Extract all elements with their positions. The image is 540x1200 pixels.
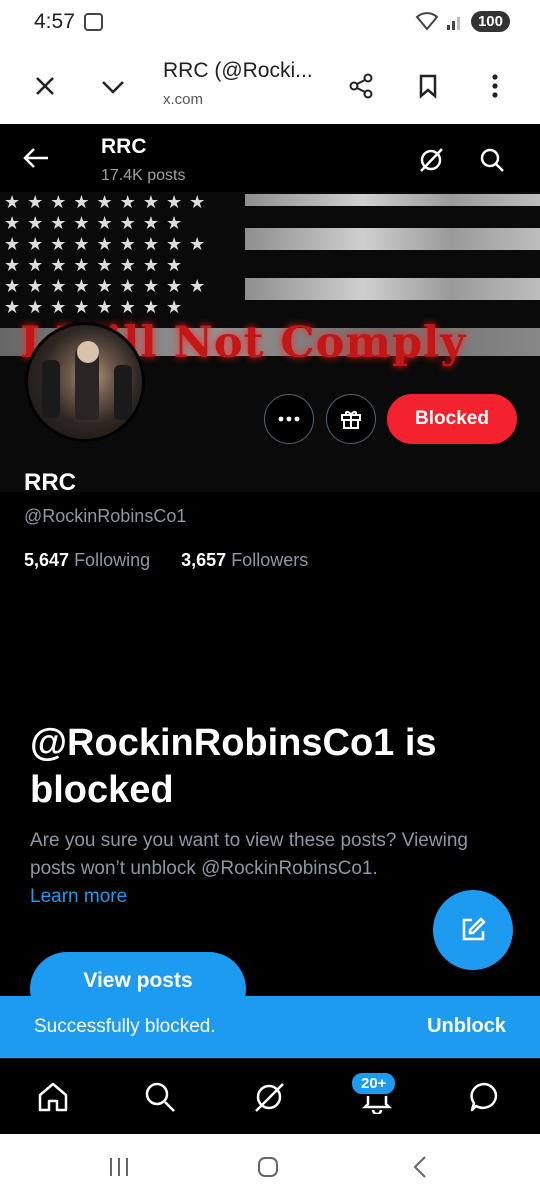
flag-stripe [245,228,540,250]
profile-name: RRC [24,469,76,496]
blocked-heading: @RockinRobinsCo1 is blocked [30,722,437,811]
grok-icon[interactable] [417,146,445,179]
recent-apps-icon[interactable] [104,1154,134,1180]
gift-button[interactable] [326,394,376,444]
avatar-figure [42,360,60,418]
search-icon[interactable] [142,1079,178,1115]
signal-icon [446,16,460,30]
more-vert-icon[interactable] [477,68,513,104]
chevron-down-icon[interactable] [95,68,131,104]
blocked-body-text: Are you sure you want to view these post… [30,830,468,879]
gift-icon [341,411,361,429]
status-indicators: 100 [415,11,510,32]
header-name: RRC [101,135,147,158]
notifications-badge: 20+ [350,1071,398,1096]
unblock-button[interactable]: Unblock [427,1015,506,1038]
snackbar-message: Successfully blocked. [34,1016,216,1037]
flag-stripe [245,194,540,206]
follow-counts: 5,647 Following 3,657 Followers [24,550,308,571]
status-time: 4:57 [34,10,75,33]
wifi-icon [415,11,439,31]
system-navigation [0,1134,540,1200]
tab-title[interactable]: RRC (@Rocki... [163,59,313,83]
following-label: Following [74,550,151,570]
profile-handle: @RockinRobinsCo1 [24,506,187,526]
url-text[interactable]: x.com [163,91,203,108]
following-count: 5,647 [24,550,70,570]
avatar-figure [77,341,99,363]
profile-header: RRC 17.4K posts [0,124,540,192]
browser-toolbar: RRC (@Rocki... x.com [0,46,540,124]
followers-label: Followers [231,550,309,570]
battery-indicator: 100 [470,11,510,32]
bookmark-icon[interactable] [410,68,446,104]
avatar[interactable] [25,322,145,442]
profile-page: RRC 17.4K posts ★★★★★★★★★ ★★★★★★★★ ★★★★★★★… [0,124,540,1058]
share-icon[interactable] [343,68,379,104]
compose-icon [462,917,486,941]
compose-button[interactable] [433,890,513,970]
avatar-figure [114,365,132,420]
followers-count: 3,657 [181,550,227,570]
home-icon[interactable] [35,1079,71,1115]
grok-icon[interactable] [251,1079,287,1115]
close-icon[interactable] [27,68,63,104]
flag-stripe [245,278,540,300]
blocked-button[interactable]: Blocked [387,394,517,444]
header-post-count: 17.4K posts [101,167,186,184]
messages-icon[interactable] [467,1079,503,1115]
followers-link[interactable]: 3,657 Followers [181,550,308,570]
home-button-icon[interactable] [253,1154,283,1180]
bottom-navigation: 20+ [0,1058,540,1134]
flag-stars: ★★★★★★★★★ ★★★★★★★★ ★★★★★★★★★ ★★★★★★★★ ★★★★★★… [4,192,213,317]
back-arrow-icon[interactable] [22,146,50,175]
following-link[interactable]: 5,647 Following [24,550,150,570]
blocked-description: Are you sure you want to view these post… [30,827,515,911]
search-icon[interactable] [478,146,506,179]
status-bar: 4:57 100 [0,0,540,46]
more-options-button[interactable] [264,394,314,444]
more-horizontal-icon [278,416,300,422]
screenshot-icon [84,13,103,31]
back-icon[interactable] [405,1154,435,1180]
snackbar: Successfully blocked. Unblock [0,996,540,1058]
